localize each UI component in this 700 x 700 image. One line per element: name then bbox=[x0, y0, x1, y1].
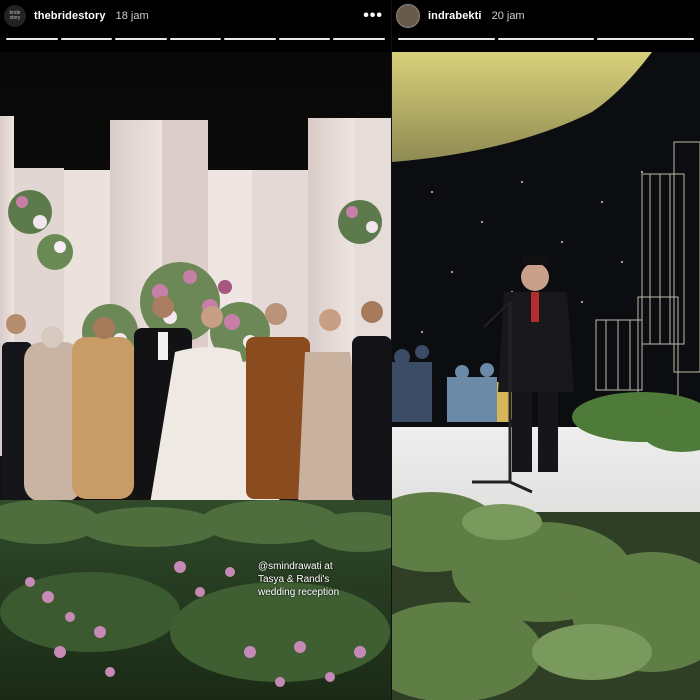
story-panel-right[interactable]: indrabekti 20 jam bbox=[392, 0, 700, 700]
story-progress-bars bbox=[398, 38, 695, 41]
progress-segment bbox=[169, 38, 222, 40]
wedding-photo bbox=[0, 52, 391, 700]
avatar-label: bride story bbox=[9, 10, 21, 21]
story-progress-bars bbox=[6, 38, 386, 41]
caption-line: @smindrawati at bbox=[258, 561, 333, 572]
story-username[interactable]: thebridestory bbox=[34, 10, 106, 22]
speech-photo bbox=[392, 52, 700, 700]
progress-segment bbox=[497, 38, 595, 40]
story-timestamp: 20 jam bbox=[491, 10, 525, 22]
progress-segment bbox=[115, 38, 167, 40]
story-username[interactable]: indrabekti bbox=[428, 10, 482, 22]
story-user-row: indrabekti 20 jam bbox=[392, 4, 700, 28]
progress-segment bbox=[333, 38, 386, 40]
avatar[interactable] bbox=[396, 4, 420, 28]
more-options-icon[interactable]: ••• bbox=[363, 8, 383, 24]
avatar[interactable]: bride story bbox=[4, 5, 26, 27]
progress-segment bbox=[278, 38, 331, 40]
progress-segment bbox=[60, 38, 113, 40]
caption-line: wedding reception bbox=[258, 587, 340, 598]
story-header: indrabekti 20 jam bbox=[392, 0, 700, 52]
story-viewer: bride story thebridestory 18 jam ••• @sm… bbox=[0, 0, 700, 700]
story-user-row: bride story thebridestory 18 jam ••• bbox=[0, 4, 391, 28]
story-panel-left[interactable]: bride story thebridestory 18 jam ••• @sm… bbox=[0, 0, 391, 700]
story-caption: @smindrawati at Tasya & Randi's wedding … bbox=[258, 560, 378, 599]
progress-segment bbox=[398, 38, 495, 40]
story-header: bride story thebridestory 18 jam ••• bbox=[0, 0, 391, 52]
caption-line: Tasya & Randi's bbox=[258, 574, 330, 585]
wedding-photo-image bbox=[0, 52, 391, 700]
speech-photo-image bbox=[392, 52, 700, 700]
progress-segment bbox=[6, 38, 58, 40]
progress-segment bbox=[597, 38, 695, 40]
progress-segment bbox=[224, 38, 276, 40]
story-timestamp: 18 jam bbox=[115, 10, 149, 22]
